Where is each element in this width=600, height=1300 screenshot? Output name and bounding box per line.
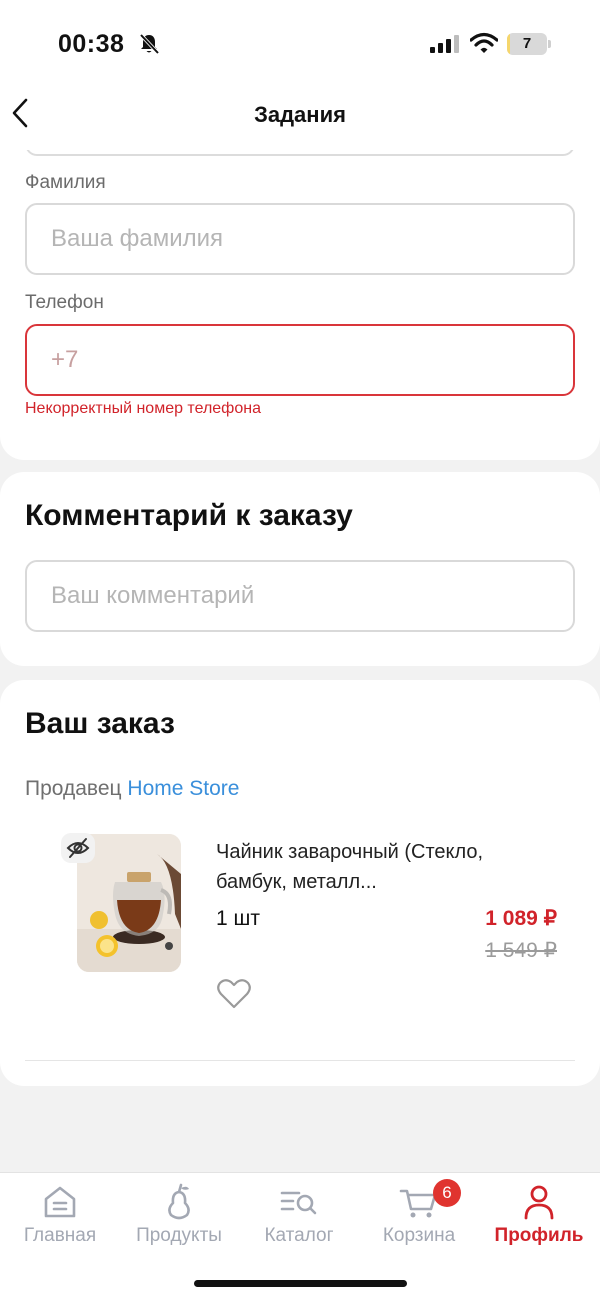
tab-cart[interactable]: Корзина: [359, 1173, 479, 1263]
seller-line: Продавец Home Store: [25, 777, 239, 801]
surname-input[interactable]: [51, 205, 551, 273]
tab-catalog[interactable]: Каталог: [239, 1173, 359, 1263]
wifi-icon: [470, 32, 498, 53]
bell-muted-icon: [139, 33, 160, 55]
cart-count-badge: 6: [433, 1179, 461, 1207]
seller-store-link[interactable]: Home Store: [127, 777, 239, 800]
tab-products[interactable]: Продукты: [119, 1173, 239, 1263]
tab-profile[interactable]: Профиль: [479, 1173, 599, 1263]
product-quantity: 1 шт: [216, 907, 260, 930]
product-old-price: 1 549 ₽: [485, 939, 557, 962]
heart-icon[interactable]: [216, 977, 252, 1011]
hidden-eye-badge[interactable]: [61, 833, 95, 863]
contact-form-card: Фамилия Телефон Некорректный номер телеф…: [0, 110, 600, 460]
comment-field[interactable]: [25, 560, 575, 632]
product-name[interactable]: Чайник заварочный (Стекло, бамбук, метал…: [216, 837, 516, 897]
cellular-signal-icon: [430, 35, 459, 53]
comment-title: Комментарий к заказу: [25, 499, 353, 532]
surname-label: Фамилия: [25, 172, 106, 193]
home-indicator: [194, 1280, 407, 1287]
phone-error-message: Некорректный номер телефона: [25, 400, 261, 417]
tab-cart-label: Корзина: [382, 1225, 456, 1246]
top-bar: 00:38 7 Задания: [0, 0, 600, 150]
tab-home-label: Главная: [23, 1225, 97, 1246]
comment-input[interactable]: [51, 562, 551, 630]
order-title: Ваш заказ: [25, 707, 175, 740]
eye-off-icon: [66, 838, 90, 858]
phone-field[interactable]: [25, 324, 575, 396]
divider: [25, 1060, 575, 1061]
catalog-search-icon: [280, 1191, 317, 1215]
tab-home[interactable]: Главная: [0, 1173, 120, 1263]
battery-level-text: 7: [522, 35, 532, 52]
product-price: 1 089 ₽: [485, 907, 557, 930]
pear-icon: [168, 1183, 190, 1220]
tab-profile-label: Профиль: [494, 1225, 584, 1246]
phone-input[interactable]: [51, 326, 551, 394]
status-time: 00:38: [58, 30, 125, 58]
home-icon: [44, 1186, 76, 1218]
surname-field[interactable]: [25, 203, 575, 275]
order-card: Ваш заказ Продавец Home Store Чайник зав…: [0, 680, 600, 1086]
battery-indicator: 7: [507, 33, 551, 55]
tab-products-label: Продукты: [136, 1225, 222, 1246]
phone-label: Телефон: [25, 292, 104, 313]
page-title: Задания: [254, 102, 346, 127]
seller-prefix: Продавец: [25, 777, 122, 800]
profile-icon: [524, 1185, 554, 1220]
comment-card: Комментарий к заказу: [0, 472, 600, 666]
status-bar: 00:38 7: [0, 0, 600, 88]
tab-catalog-label: Каталог: [264, 1225, 334, 1246]
